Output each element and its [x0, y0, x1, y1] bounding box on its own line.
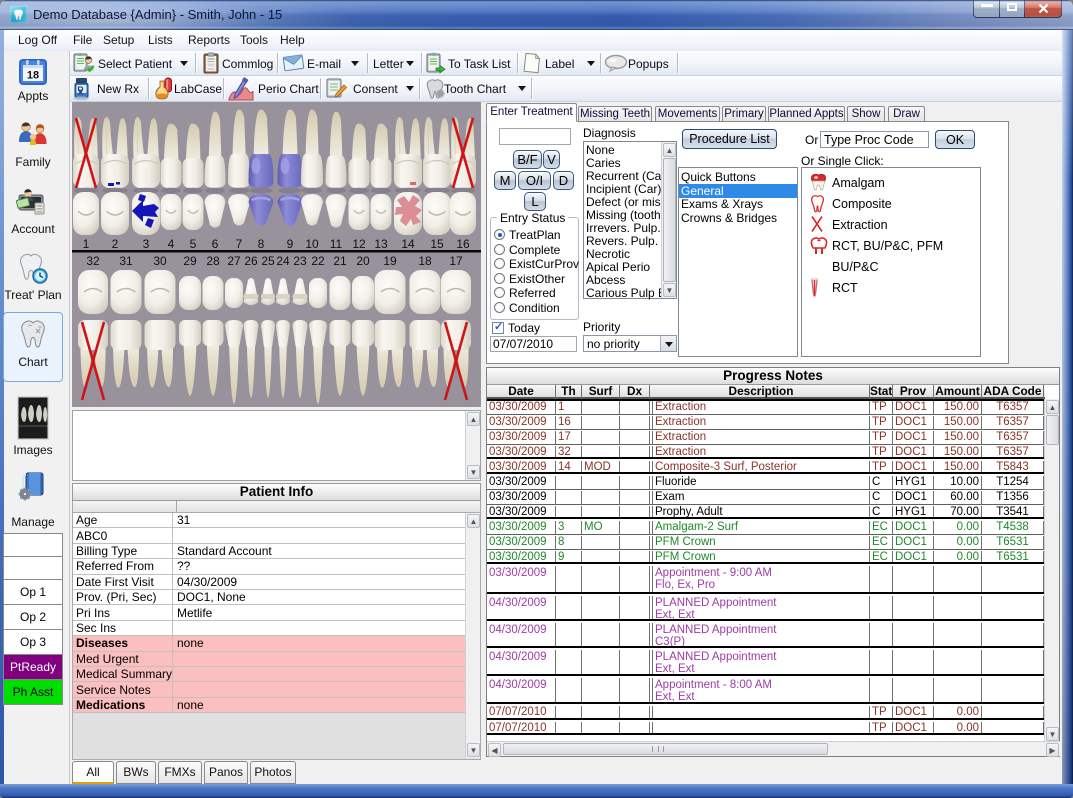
svg-text:2: 2: [112, 237, 119, 251]
svg-text:16: 16: [456, 237, 470, 251]
svg-text:29: 29: [183, 254, 197, 268]
svg-text:9: 9: [287, 237, 294, 251]
svg-text:18: 18: [418, 254, 432, 268]
svg-text:19: 19: [383, 254, 397, 268]
svg-text:28: 28: [206, 254, 220, 268]
svg-text:27: 27: [227, 254, 241, 268]
svg-text:20: 20: [356, 254, 370, 268]
svg-text:1: 1: [83, 237, 90, 251]
svg-text:12: 12: [352, 237, 366, 251]
svg-text:13: 13: [374, 237, 388, 251]
svg-text:4: 4: [168, 237, 175, 251]
svg-text:21: 21: [333, 254, 347, 268]
svg-text:8: 8: [258, 237, 265, 251]
svg-text:22: 22: [311, 254, 325, 268]
svg-text:11: 11: [330, 237, 343, 251]
svg-text:25: 25: [261, 254, 275, 268]
svg-text:31: 31: [119, 254, 133, 268]
svg-text:23: 23: [293, 254, 307, 268]
svg-text:24: 24: [276, 254, 290, 268]
svg-text:30: 30: [153, 254, 167, 268]
svg-text:17: 17: [449, 254, 463, 268]
svg-text:6: 6: [212, 237, 219, 251]
svg-text:7: 7: [236, 237, 243, 251]
svg-text:14: 14: [401, 237, 415, 251]
svg-text:15: 15: [430, 237, 444, 251]
svg-text:10: 10: [305, 237, 319, 251]
svg-text:32: 32: [86, 254, 100, 268]
svg-text:5: 5: [190, 237, 197, 251]
svg-text:26: 26: [244, 254, 258, 268]
svg-text:3: 3: [143, 237, 150, 251]
svg-text:18: 18: [27, 70, 39, 82]
